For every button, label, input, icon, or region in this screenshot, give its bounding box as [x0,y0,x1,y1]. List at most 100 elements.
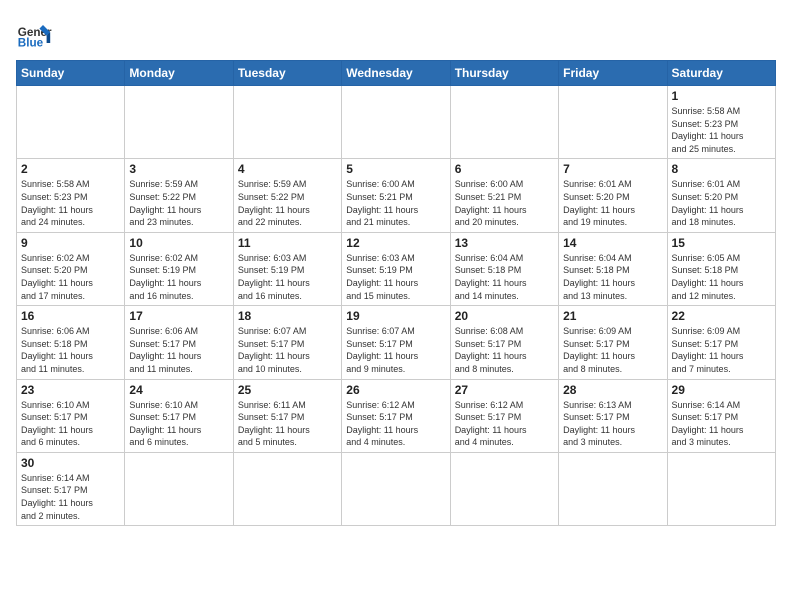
weekday-header-friday: Friday [559,61,667,86]
day-info: Sunrise: 6:02 AM Sunset: 5:19 PM Dayligh… [129,252,228,302]
day-info: Sunrise: 6:03 AM Sunset: 5:19 PM Dayligh… [346,252,445,302]
day-number: 21 [563,309,662,323]
calendar-cell: 30 Sunrise: 6:14 AM Sunset: 5:17 PM Dayli… [17,452,125,525]
calendar-cell: 5 Sunrise: 6:00 AM Sunset: 5:21 PM Daylig… [342,159,450,232]
day-info: Sunrise: 6:07 AM Sunset: 5:17 PM Dayligh… [346,325,445,375]
day-number: 24 [129,383,228,397]
calendar-cell: 27 Sunrise: 6:12 AM Sunset: 5:17 PM Dayli… [450,379,558,452]
calendar-cell: 18 Sunrise: 6:07 AM Sunset: 5:17 PM Dayli… [233,306,341,379]
calendar: SundayMondayTuesdayWednesdayThursdayFrid… [16,60,776,526]
calendar-cell: 26Sunrise: 6:12 AM Sunset: 5:17 PM Dayli… [342,379,450,452]
day-number: 9 [21,236,120,250]
day-info: Sunrise: 6:10 AM Sunset: 5:17 PM Dayligh… [129,399,228,449]
weekday-header-sunday: Sunday [17,61,125,86]
calendar-cell: 3Sunrise: 5:59 AM Sunset: 5:22 PM Daylig… [125,159,233,232]
day-number: 11 [238,236,337,250]
day-info: Sunrise: 6:10 AM Sunset: 5:17 PM Dayligh… [21,399,120,449]
calendar-cell: 8 Sunrise: 6:01 AM Sunset: 5:20 PM Daylig… [667,159,775,232]
calendar-cell [450,452,558,525]
day-number: 3 [129,162,228,176]
day-number: 13 [455,236,554,250]
calendar-cell: 16Sunrise: 6:06 AM Sunset: 5:18 PM Dayli… [17,306,125,379]
day-info: Sunrise: 6:12 AM Sunset: 5:17 PM Dayligh… [455,399,554,449]
day-info: Sunrise: 6:06 AM Sunset: 5:17 PM Dayligh… [129,325,228,375]
day-info: Sunrise: 6:04 AM Sunset: 5:18 PM Dayligh… [563,252,662,302]
day-number: 29 [672,383,771,397]
calendar-cell [450,86,558,159]
calendar-cell [125,86,233,159]
day-number: 7 [563,162,662,176]
calendar-cell: 10 Sunrise: 6:02 AM Sunset: 5:19 PM Dayli… [125,232,233,305]
calendar-cell: 12 Sunrise: 6:03 AM Sunset: 5:19 PM Dayli… [342,232,450,305]
calendar-cell [342,86,450,159]
calendar-cell: 24 Sunrise: 6:10 AM Sunset: 5:17 PM Dayli… [125,379,233,452]
day-info: Sunrise: 6:11 AM Sunset: 5:17 PM Dayligh… [238,399,337,449]
calendar-cell: 11 Sunrise: 6:03 AM Sunset: 5:19 PM Dayli… [233,232,341,305]
day-number: 14 [563,236,662,250]
calendar-cell: 28 Sunrise: 6:13 AM Sunset: 5:17 PM Dayli… [559,379,667,452]
day-number: 23 [21,383,120,397]
calendar-cell: 9Sunrise: 6:02 AM Sunset: 5:20 PM Daylig… [17,232,125,305]
day-number: 2 [21,162,120,176]
day-info: Sunrise: 6:08 AM Sunset: 5:17 PM Dayligh… [455,325,554,375]
calendar-cell: 13 Sunrise: 6:04 AM Sunset: 5:18 PM Dayli… [450,232,558,305]
day-number: 15 [672,236,771,250]
day-number: 10 [129,236,228,250]
day-info: Sunrise: 6:09 AM Sunset: 5:17 PM Dayligh… [672,325,771,375]
day-info: Sunrise: 5:58 AM Sunset: 5:23 PM Dayligh… [672,105,771,155]
weekday-header-thursday: Thursday [450,61,558,86]
day-info: Sunrise: 6:04 AM Sunset: 5:18 PM Dayligh… [455,252,554,302]
day-info: Sunrise: 6:00 AM Sunset: 5:21 PM Dayligh… [346,178,445,228]
weekday-header-tuesday: Tuesday [233,61,341,86]
calendar-cell: 29Sunrise: 6:14 AM Sunset: 5:17 PM Dayli… [667,379,775,452]
day-number: 25 [238,383,337,397]
weekday-header-wednesday: Wednesday [342,61,450,86]
calendar-cell: 22 Sunrise: 6:09 AM Sunset: 5:17 PM Dayli… [667,306,775,379]
day-number: 28 [563,383,662,397]
calendar-cell [559,452,667,525]
day-info: Sunrise: 6:01 AM Sunset: 5:20 PM Dayligh… [563,178,662,228]
calendar-cell: 7 Sunrise: 6:01 AM Sunset: 5:20 PM Daylig… [559,159,667,232]
day-info: Sunrise: 6:13 AM Sunset: 5:17 PM Dayligh… [563,399,662,449]
day-number: 30 [21,456,120,470]
day-info: Sunrise: 6:09 AM Sunset: 5:17 PM Dayligh… [563,325,662,375]
day-info: Sunrise: 6:00 AM Sunset: 5:21 PM Dayligh… [455,178,554,228]
calendar-cell: 23 Sunrise: 6:10 AM Sunset: 5:17 PM Dayli… [17,379,125,452]
calendar-cell: 14 Sunrise: 6:04 AM Sunset: 5:18 PM Dayli… [559,232,667,305]
day-info: Sunrise: 5:58 AM Sunset: 5:23 PM Dayligh… [21,178,120,228]
day-info: Sunrise: 6:12 AM Sunset: 5:17 PM Dayligh… [346,399,445,449]
weekday-header-saturday: Saturday [667,61,775,86]
calendar-cell: 19Sunrise: 6:07 AM Sunset: 5:17 PM Dayli… [342,306,450,379]
header: General Blue [16,16,776,52]
logo: General Blue [16,16,56,52]
day-number: 4 [238,162,337,176]
calendar-cell [233,86,341,159]
day-number: 18 [238,309,337,323]
calendar-cell [559,86,667,159]
calendar-cell: 6Sunrise: 6:00 AM Sunset: 5:21 PM Daylig… [450,159,558,232]
calendar-cell: 1 Sunrise: 5:58 AM Sunset: 5:23 PM Daylig… [667,86,775,159]
calendar-cell [17,86,125,159]
day-number: 5 [346,162,445,176]
calendar-cell: 25 Sunrise: 6:11 AM Sunset: 5:17 PM Dayli… [233,379,341,452]
day-number: 12 [346,236,445,250]
calendar-cell: 17 Sunrise: 6:06 AM Sunset: 5:17 PM Dayli… [125,306,233,379]
calendar-cell [667,452,775,525]
day-info: Sunrise: 6:14 AM Sunset: 5:17 PM Dayligh… [21,472,120,522]
day-number: 8 [672,162,771,176]
day-number: 1 [672,89,771,103]
day-number: 27 [455,383,554,397]
day-info: Sunrise: 6:01 AM Sunset: 5:20 PM Dayligh… [672,178,771,228]
day-number: 17 [129,309,228,323]
calendar-cell: 20 Sunrise: 6:08 AM Sunset: 5:17 PM Dayli… [450,306,558,379]
calendar-cell [342,452,450,525]
calendar-cell: 21 Sunrise: 6:09 AM Sunset: 5:17 PM Dayli… [559,306,667,379]
day-info: Sunrise: 6:07 AM Sunset: 5:17 PM Dayligh… [238,325,337,375]
calendar-cell [233,452,341,525]
day-number: 20 [455,309,554,323]
day-info: Sunrise: 6:03 AM Sunset: 5:19 PM Dayligh… [238,252,337,302]
calendar-cell: 2 Sunrise: 5:58 AM Sunset: 5:23 PM Daylig… [17,159,125,232]
day-info: Sunrise: 6:05 AM Sunset: 5:18 PM Dayligh… [672,252,771,302]
svg-text:Blue: Blue [18,37,44,50]
day-number: 22 [672,309,771,323]
